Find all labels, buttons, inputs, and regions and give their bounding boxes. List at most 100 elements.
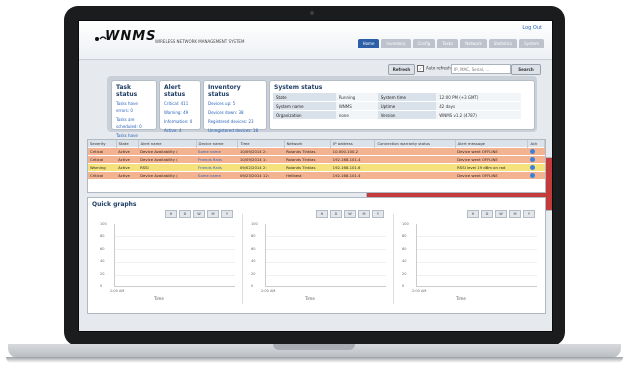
table-row[interactable]: Warning Active RSSI Friends Rails 09/02/…	[88, 163, 545, 172]
cell-alert-message: Device went OFFLINE	[455, 155, 528, 164]
col-alert-name[interactable]: Alert name	[138, 140, 197, 148]
quick-graph: H D W M Y 100 80 60 40 20 0 2:00 AM Time	[396, 208, 541, 308]
range-buttons: H D W M Y	[165, 210, 233, 218]
alert-status-panel: Alert status Critical: 411 Warning: 49 I…	[159, 80, 201, 133]
device-link[interactable]: Some name	[198, 149, 221, 154]
col-warranty[interactable]: Connection warranty status	[374, 140, 456, 148]
toolbar: Refresh ✓Auto refresh Search	[79, 61, 552, 77]
device-link[interactable]: Friends Rails	[198, 157, 222, 162]
cell-alert-message: Device went OFFLINE	[455, 147, 528, 156]
refresh-button[interactable]: Refresh	[388, 64, 415, 75]
tab-network[interactable]: Network	[460, 39, 487, 48]
col-time[interactable]: Time	[237, 140, 285, 148]
device-link[interactable]: Friends Rails	[198, 165, 222, 170]
range-year-button[interactable]: Y	[372, 210, 384, 218]
ack-icon[interactable]	[529, 172, 535, 178]
range-day-button[interactable]: D	[481, 210, 493, 218]
alert-critical[interactable]: Critical: 411	[160, 99, 200, 108]
quick-graph: H D W M Y 100 80 60 40 20 0 2:00 AM Time	[245, 208, 390, 308]
cell-state: Active	[116, 171, 139, 179]
graph-plot-area[interactable]	[265, 224, 386, 287]
system-value: WNMS	[335, 101, 378, 111]
laptop-base	[8, 344, 621, 358]
y-axis: 100 80 60 40 20 0	[100, 222, 114, 288]
checkbox-icon[interactable]: ✓	[417, 65, 424, 72]
ack-icon[interactable]	[529, 164, 535, 170]
col-network[interactable]: Network	[284, 140, 332, 148]
table-row[interactable]: Critical Active Device Availability ( So…	[88, 147, 545, 156]
quick-graph: H D W M Y 100 80 60 40 20 0 2:00 AM Time	[94, 208, 239, 308]
cell-network: Rolands Tinklas	[284, 147, 331, 156]
range-hour-button[interactable]: H	[165, 210, 177, 218]
table-row[interactable]: Critical Active Device Availability ( So…	[88, 171, 545, 179]
y-tick: 100	[402, 222, 409, 226]
y-tick: 20	[402, 272, 407, 276]
system-value: 42 days	[436, 101, 521, 111]
tab-home[interactable]: Home	[357, 39, 380, 48]
task-errors[interactable]: Tasks have errors: 0	[112, 99, 156, 115]
range-year-button[interactable]: Y	[221, 210, 233, 218]
col-device-name[interactable]: Device name	[196, 140, 239, 148]
alert-status-title: Alert status	[164, 84, 186, 98]
range-hour-button[interactable]: H	[467, 210, 479, 218]
cell-state: Active	[116, 163, 139, 172]
device-link[interactable]: Some name	[198, 173, 221, 178]
range-month-button[interactable]: M	[207, 210, 219, 218]
range-week-button[interactable]: W	[193, 210, 205, 218]
devices-up[interactable]: Devices up: 5	[204, 99, 266, 108]
ack-icon[interactable]	[529, 148, 535, 154]
col-state[interactable]: State	[116, 140, 139, 148]
search-button[interactable]: Search	[511, 64, 541, 75]
task-scheduled[interactable]: Tasks are scheduled: 0	[112, 115, 156, 131]
y-tick: 80	[402, 234, 407, 238]
alert-active[interactable]: Active: 4	[160, 126, 200, 135]
graph-plot-area[interactable]	[114, 224, 235, 287]
table-row[interactable]: Critical Active Device Availability ( Fr…	[88, 155, 545, 164]
cell-ip: 192.168.101.6	[330, 163, 375, 172]
devices-down[interactable]: Devices down: 38	[204, 108, 266, 117]
cell-device-name: Some name	[196, 171, 238, 179]
range-week-button[interactable]: W	[344, 210, 356, 218]
y-tick: 60	[100, 247, 105, 251]
logout-link[interactable]: Log Out	[522, 25, 542, 31]
search-input[interactable]	[451, 64, 511, 74]
cell-severity: Critical	[88, 155, 117, 164]
tab-tasks[interactable]: Tasks	[437, 39, 459, 48]
range-hour-button[interactable]: H	[316, 210, 328, 218]
cell-warranty	[374, 147, 456, 156]
laptop-shadow	[6, 357, 623, 363]
cell-ack	[527, 163, 545, 172]
col-ack[interactable]: Ack	[527, 140, 545, 148]
alert-information[interactable]: Information: 0	[160, 117, 200, 126]
unregistered-devices[interactable]: Unregistered devices: 18	[204, 126, 266, 135]
alerts-table: Severity State Alert name Device name Ti…	[87, 139, 546, 193]
system-status-panel: System status State Running System time …	[269, 80, 535, 130]
graph-plot-area[interactable]	[416, 224, 537, 287]
x-axis-label: Time	[154, 296, 164, 301]
registered-devices[interactable]: Registered devices: 23	[204, 117, 266, 126]
cell-alert-name: Device Availability (	[138, 171, 197, 179]
range-month-button[interactable]: M	[509, 210, 521, 218]
cell-severity: Warning	[88, 163, 117, 172]
tab-inventory[interactable]: Inventory	[381, 39, 411, 48]
range-day-button[interactable]: D	[330, 210, 342, 218]
laptop-notch	[273, 344, 355, 350]
alert-warning[interactable]: Warning: 49	[160, 108, 200, 117]
tab-config[interactable]: Config	[412, 39, 436, 48]
cell-severity: Critical	[88, 171, 117, 179]
range-day-button[interactable]: D	[179, 210, 191, 218]
col-severity[interactable]: Severity	[88, 140, 117, 148]
system-status-title: System status	[274, 84, 323, 91]
col-alert-message[interactable]: Alert message	[455, 140, 529, 148]
ack-icon[interactable]	[529, 156, 535, 162]
tab-statistics[interactable]: Statistics	[488, 39, 518, 48]
inventory-status-panel: Inventory status Devices up: 5 Devices d…	[203, 80, 267, 133]
auto-refresh-toggle[interactable]: ✓ Auto refresh	[417, 65, 451, 72]
auto-refresh-label: Auto refresh	[426, 65, 451, 71]
range-month-button[interactable]: M	[358, 210, 370, 218]
tab-system[interactable]: System	[519, 39, 544, 48]
system-row: System name WNMS Uptime 42 days	[273, 101, 521, 111]
range-week-button[interactable]: W	[495, 210, 507, 218]
col-ip-address[interactable]: IP address	[330, 140, 376, 148]
range-year-button[interactable]: Y	[523, 210, 535, 218]
